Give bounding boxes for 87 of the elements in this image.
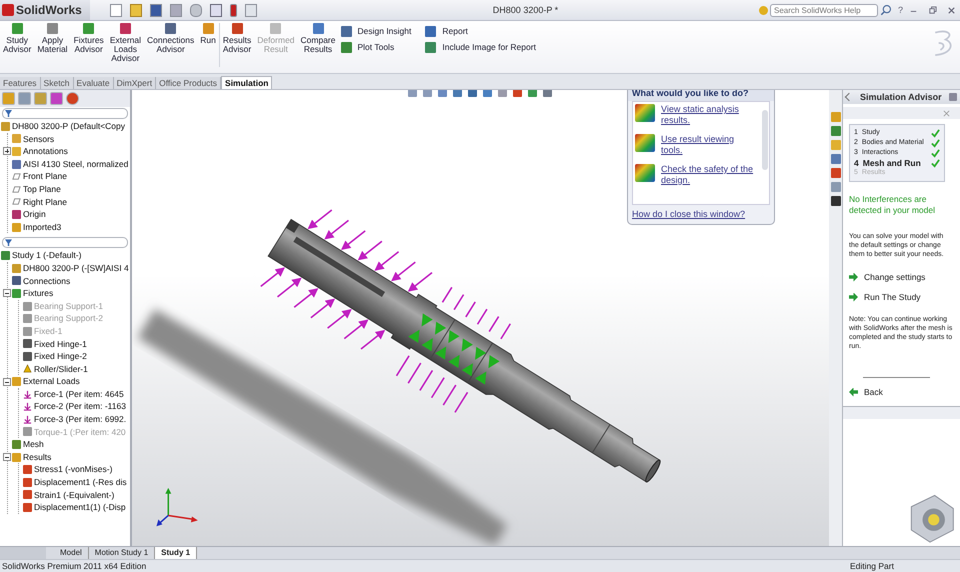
back-link[interactable]: Back bbox=[864, 387, 883, 397]
new-document-icon[interactable] bbox=[110, 4, 122, 16]
tree-item[interactable]: Force-2 (Per item: -1163 bbox=[34, 400, 126, 414]
filter-icon bbox=[5, 239, 12, 246]
logo-icon bbox=[2, 4, 14, 16]
study-tab[interactable]: Study 1 bbox=[155, 547, 198, 559]
tree-item[interactable]: Mesh bbox=[23, 438, 44, 451]
ribbon-button[interactable]: Run bbox=[197, 23, 219, 45]
ribbon-command[interactable]: Plot Tools bbox=[340, 39, 412, 55]
tree-item[interactable]: Top Plane bbox=[23, 182, 61, 196]
ribbon-button[interactable]: Apply Material bbox=[34, 23, 71, 54]
tree-item[interactable]: Force-3 (Per item: 6992. bbox=[34, 413, 126, 426]
appearance-tab-icon[interactable] bbox=[66, 92, 79, 105]
help-link[interactable]: Use result viewing tools. bbox=[661, 134, 757, 156]
command-tab[interactable]: Simulation bbox=[221, 76, 272, 89]
tree-item[interactable]: Fixed Hinge-1 bbox=[34, 338, 87, 350]
collapse-toggle[interactable] bbox=[3, 453, 11, 462]
tree-item[interactable]: Sensors bbox=[23, 132, 54, 146]
step-number: 4 bbox=[854, 158, 859, 168]
tree-item[interactable]: AISI 4130 Steel, normalized bbox=[23, 158, 128, 170]
arrow-right-icon bbox=[849, 272, 858, 282]
tree-item[interactable]: Strain1 (-Equivalent-) bbox=[34, 488, 114, 502]
help-button[interactable]: ? bbox=[898, 5, 903, 15]
tree-item[interactable]: Imported3 bbox=[23, 220, 62, 234]
edition-text: SolidWorks Premium 2011 x64 Edition bbox=[2, 561, 146, 571]
help-link[interactable]: How do I close this window? bbox=[632, 209, 746, 219]
filter-field[interactable] bbox=[2, 237, 128, 248]
scrollbar[interactable] bbox=[762, 110, 768, 170]
tree-item[interactable]: Origin bbox=[23, 208, 46, 221]
search-field[interactable]: Search SolidWorks Help bbox=[770, 4, 878, 16]
action-link[interactable]: Change settings bbox=[864, 272, 926, 282]
command-tab[interactable]: Features bbox=[0, 77, 41, 89]
filter-field[interactable] bbox=[2, 108, 128, 119]
close-icon[interactable] bbox=[947, 6, 956, 14]
tree-item[interactable]: Study 1 (-Default-) bbox=[12, 249, 82, 262]
arrow-icon bbox=[23, 414, 32, 424]
step-label: Mesh and Run bbox=[862, 158, 922, 168]
ribbon-button[interactable]: Compare Results bbox=[298, 23, 338, 54]
command-tab[interactable]: Sketch bbox=[40, 77, 74, 89]
ribbon-command[interactable]: Include Image for Report bbox=[425, 39, 536, 55]
help-link[interactable]: View static analysis results. bbox=[661, 104, 757, 126]
restore-icon[interactable] bbox=[928, 6, 937, 14]
tree-item[interactable]: External Loads bbox=[23, 375, 80, 388]
tree-item[interactable]: Stress1 (-vonMises-) bbox=[34, 463, 112, 476]
ribbon-button[interactable]: Connections Advisor bbox=[144, 23, 198, 54]
tree-item[interactable]: DH800 3200-P (Default<Copy bbox=[12, 120, 126, 133]
help-link[interactable]: Check the safety of the design. bbox=[661, 164, 757, 186]
tree-item[interactable]: Fixed Hinge-2 bbox=[34, 350, 87, 363]
command-tab[interactable]: Office Products bbox=[156, 77, 222, 89]
arrow-right-icon bbox=[849, 292, 858, 302]
status-message: No Interferences are detected in your model bbox=[849, 194, 936, 216]
tree-item[interactable]: Displacement1 (-Res dis bbox=[34, 476, 127, 489]
search-icon[interactable] bbox=[880, 4, 892, 16]
ribbon-button[interactable]: External Loads Advisor bbox=[106, 23, 144, 63]
arrow-left-icon bbox=[849, 388, 858, 396]
close-icon[interactable] bbox=[943, 110, 950, 116]
tree-item[interactable]: Annotations bbox=[23, 145, 68, 158]
expand-toggle[interactable] bbox=[3, 147, 11, 156]
triangle-icon bbox=[23, 364, 32, 374]
command-tab[interactable]: DimXpert bbox=[114, 77, 156, 89]
app-logo[interactable]: SolidWorks bbox=[0, 0, 90, 20]
app-name: SolidWorks bbox=[16, 3, 82, 17]
ribbon-command[interactable]: Report bbox=[425, 23, 536, 39]
tree-item[interactable]: Connections bbox=[23, 274, 70, 288]
ribbon-button[interactable]: Fixtures Advisor bbox=[70, 23, 107, 54]
collapse-toggle[interactable] bbox=[3, 378, 11, 386]
tree-item[interactable]: Right Plane bbox=[23, 196, 67, 208]
ribbon-button[interactable]: Results Advisor bbox=[220, 23, 254, 54]
action-link[interactable]: Run The Study bbox=[864, 292, 921, 302]
filter-icon bbox=[5, 110, 12, 117]
tree-item[interactable]: Front Plane bbox=[23, 170, 67, 183]
axis-triad-drawing bbox=[156, 488, 198, 526]
tree-item[interactable]: Results bbox=[23, 450, 52, 464]
mode-text: Editing Part bbox=[850, 561, 895, 571]
command-tab[interactable]: Evaluate bbox=[74, 77, 114, 89]
tree-item[interactable]: DH800 3200-P (-[SW]AISI 4 bbox=[23, 262, 129, 275]
ribbon-command[interactable]: Design Insight bbox=[340, 23, 412, 39]
collapse-toggle[interactable] bbox=[3, 289, 11, 298]
document-title: DH800 3200-P * bbox=[492, 5, 558, 15]
arrow-icon bbox=[23, 390, 32, 399]
tree-item[interactable]: Roller/Slider-1 bbox=[34, 362, 88, 376]
panel-title: Simulation Advisor bbox=[860, 92, 942, 102]
tree-item[interactable]: Force-1 (Per item: 4645 bbox=[34, 388, 124, 400]
ribbon-button[interactable]: Study Advisor bbox=[0, 23, 34, 54]
tree-item[interactable]: Displacement1(1) (-Disp bbox=[34, 501, 126, 514]
arrow-icon bbox=[23, 402, 32, 412]
tree-item[interactable]: Fixtures bbox=[23, 287, 54, 300]
